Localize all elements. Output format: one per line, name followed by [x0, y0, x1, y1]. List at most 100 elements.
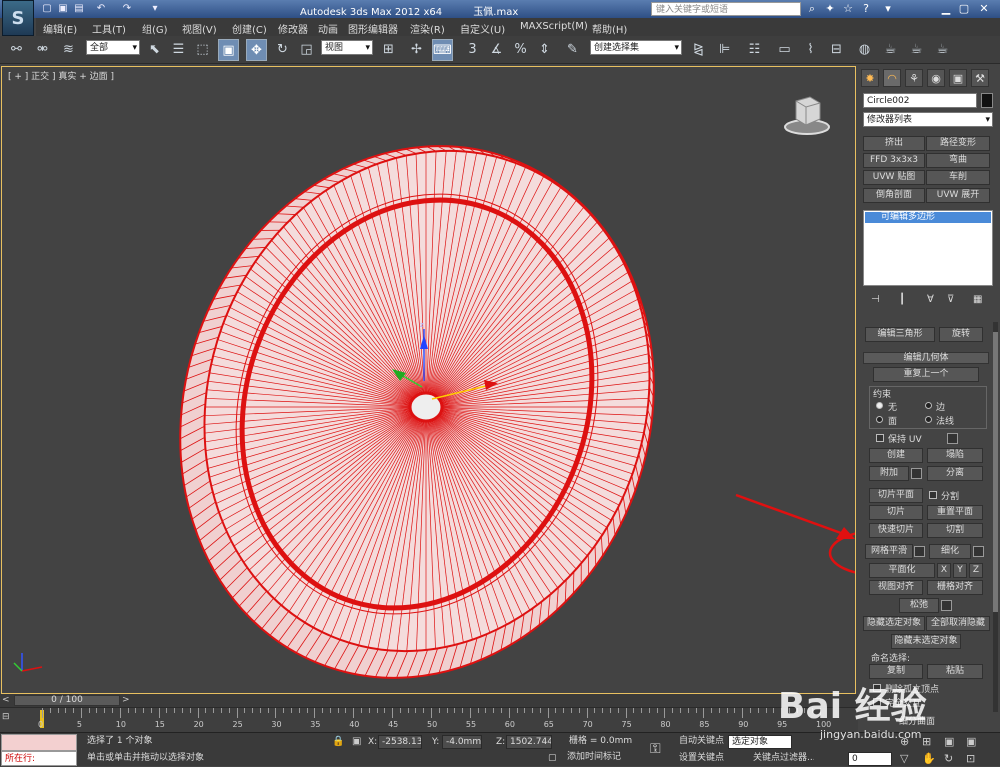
make-planar-button[interactable]: 平面化 — [869, 563, 935, 578]
layer-manager-icon[interactable]: ☷ — [744, 39, 765, 61]
scrollbar-thumb[interactable] — [993, 332, 998, 612]
lock-selection-icon[interactable]: 🔒 — [332, 736, 344, 747]
percent-snap-icon[interactable]: % — [510, 39, 531, 61]
menu-modifiers[interactable]: 修改器 — [278, 21, 308, 36]
preserve-uv-settings-icon[interactable] — [947, 433, 958, 444]
time-slider-next-icon[interactable]: > — [122, 695, 130, 705]
select-and-manipulate-icon[interactable]: ✢ — [406, 39, 427, 61]
add-time-tag[interactable]: 添加时间标记 — [564, 751, 634, 765]
z-coordinate-field[interactable]: 1502.744m — [506, 735, 552, 749]
save-file-icon[interactable]: ▤ — [72, 2, 86, 16]
menu-graph-editors[interactable]: 图形编辑器 — [348, 21, 398, 36]
make-planar-y-button[interactable]: Y — [953, 563, 967, 578]
maximize-viewport-icon[interactable]: ⊡ — [966, 752, 975, 765]
time-slider-prev-icon[interactable]: < — [2, 695, 10, 705]
auto-key-button[interactable]: 自动关键点 — [676, 735, 726, 749]
motion-tab-icon[interactable]: ◉ — [927, 69, 945, 87]
set-key-icon[interactable]: ⚿ — [650, 741, 661, 757]
link-icon[interactable]: ⚯ — [6, 39, 27, 61]
display-tab-icon[interactable]: ▣ — [949, 69, 967, 87]
binoculars-icon[interactable]: ⌕ — [804, 1, 820, 17]
time-slider-thumb[interactable]: 0 / 100 — [14, 695, 120, 706]
render-production-icon[interactable]: ☕ — [932, 39, 953, 61]
mirror-icon[interactable]: ⧎ — [688, 39, 709, 61]
configure-sets-icon[interactable]: ▦ — [973, 294, 982, 305]
edit-named-selection-icon[interactable]: ✎ — [562, 39, 583, 61]
meshsmooth-settings-icon[interactable] — [914, 546, 925, 557]
edit-geometry-rollout-header[interactable]: 编辑几何体 — [863, 352, 989, 364]
pan-icon[interactable]: ✋ — [922, 752, 936, 765]
star-icon[interactable]: ☆ — [840, 1, 856, 17]
select-and-move-icon[interactable]: ✥ — [246, 39, 267, 61]
render-setup-icon[interactable]: ☕ — [880, 39, 901, 61]
grid-align-button[interactable]: 栅格对齐 — [927, 580, 983, 595]
align-icon[interactable]: ⊫ — [714, 39, 735, 61]
maxscript-listener-top[interactable] — [1, 734, 77, 751]
hide-selected-button[interactable]: 隐藏选定对象 — [863, 616, 925, 631]
select-and-scale-icon[interactable]: ◲ — [296, 39, 317, 61]
menu-views[interactable]: 视图(V) — [182, 21, 217, 36]
open-file-icon[interactable]: ▣ — [56, 2, 70, 16]
meshsmooth-button[interactable]: 网格平滑 — [865, 544, 913, 559]
x-coordinate-field[interactable]: -2538.13m — [378, 735, 422, 749]
curve-editor-icon[interactable]: ⌇ — [800, 39, 821, 61]
attach-settings-icon[interactable] — [911, 468, 922, 479]
split-checkbox[interactable] — [929, 491, 937, 499]
rectangular-selection-icon[interactable]: ⬚ — [192, 39, 213, 61]
collapse-button[interactable]: 塌陷 — [927, 448, 983, 463]
object-color-swatch[interactable] — [981, 93, 993, 108]
slice-plane-button[interactable]: 切片平面 — [869, 488, 923, 503]
current-frame-field[interactable]: 0 — [848, 752, 892, 766]
spinner-snap-icon[interactable]: ⇕ — [534, 39, 555, 61]
orbit-icon[interactable]: ↻ — [944, 752, 953, 765]
undo-icon[interactable]: ↶ — [94, 2, 108, 16]
unlink-icon[interactable]: ⚮ — [32, 39, 53, 61]
schematic-view-icon[interactable]: ⊟ — [826, 39, 847, 61]
menu-help[interactable]: 帮助(H) — [592, 21, 627, 36]
window-crossing-icon[interactable]: ▣ — [218, 39, 239, 61]
angle-snap-icon[interactable]: ∡ — [486, 39, 507, 61]
quick-access-dropdown-icon[interactable]: ▾ — [148, 2, 162, 16]
constraint-normal-radio[interactable] — [925, 416, 932, 423]
app-menu-icon[interactable]: S — [2, 0, 34, 36]
view-align-button[interactable]: 视图对齐 — [869, 580, 923, 595]
make-unique-icon[interactable]: ∀ — [927, 294, 934, 305]
hierarchy-tab-icon[interactable]: ⚘ — [905, 69, 923, 87]
viewcube[interactable] — [782, 95, 832, 135]
field-of-view-icon[interactable]: ▽ — [900, 752, 908, 765]
relax-button[interactable]: 松弛 — [899, 598, 939, 613]
tessellate-button[interactable]: 细化 — [929, 544, 971, 559]
absolute-mode-icon[interactable]: ▣ — [352, 736, 361, 747]
named-selection-dropdown[interactable]: 创建选择集 — [590, 40, 682, 55]
menu-rendering[interactable]: 渲染(R) — [410, 21, 445, 36]
snap-toggle-icon[interactable]: 3 — [462, 39, 483, 61]
repeat-last-button[interactable]: 重复上一个 — [873, 367, 979, 382]
create-tab-icon[interactable]: ✸ — [861, 69, 879, 87]
bind-space-warp-icon[interactable]: ≋ — [58, 39, 79, 61]
tessellate-settings-icon[interactable] — [973, 546, 984, 557]
set-key-button[interactable]: 设置关键点 — [676, 752, 726, 766]
selection-filter-dropdown[interactable]: 全部 — [86, 40, 140, 55]
menu-customize[interactable]: 自定义(U) — [460, 21, 505, 36]
menu-tools[interactable]: 工具(T) — [92, 21, 126, 36]
new-file-icon[interactable]: ▢ — [40, 2, 54, 16]
uvw-map-button[interactable]: UVW 贴图 — [863, 170, 925, 185]
unhide-all-button[interactable]: 全部取消隐藏 — [926, 616, 990, 631]
reset-plane-button[interactable]: 重置平面 — [927, 505, 983, 520]
rendered-frame-icon[interactable]: ☕ — [906, 39, 927, 61]
create-button[interactable]: 创建 — [869, 448, 923, 463]
unwrap-uvw-button[interactable]: UVW 展开 — [926, 188, 990, 203]
ffd-button[interactable]: FFD 3x3x3 — [863, 153, 925, 168]
bend-button[interactable]: 弯曲 — [926, 153, 990, 168]
relax-settings-icon[interactable] — [941, 600, 952, 611]
menu-maxscript[interactable]: MAXScript(M) — [520, 21, 588, 32]
pin-stack-icon[interactable]: ⊣ — [871, 294, 880, 305]
object-name-field[interactable]: Circle002 — [863, 93, 977, 108]
help-dropdown-icon[interactable]: ▾ — [880, 1, 896, 17]
track-bar[interactable]: ⊟ 05101520253035404550556065707580859095… — [0, 707, 858, 732]
command-panel-scrollbar[interactable] — [993, 322, 998, 712]
select-object-icon[interactable]: ⬉ — [144, 39, 165, 61]
attach-button[interactable]: 附加 — [869, 466, 909, 481]
extrude-button[interactable]: 挤出 — [863, 136, 925, 151]
slice-button[interactable]: 切片 — [869, 505, 923, 520]
